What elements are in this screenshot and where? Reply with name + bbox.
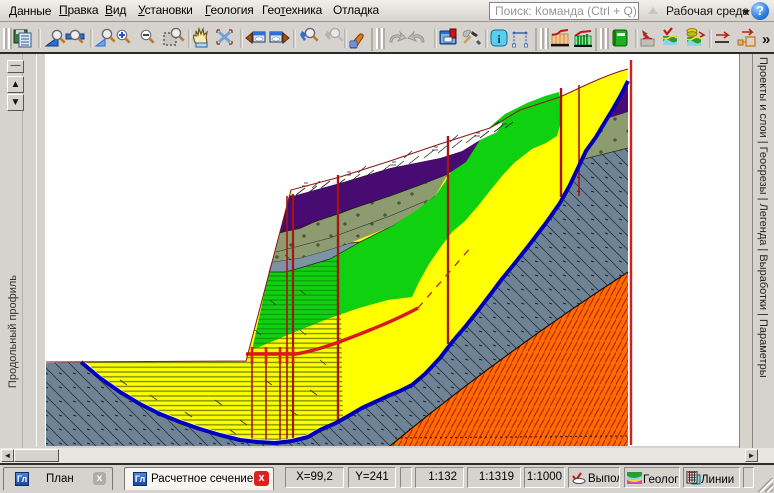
svg-text:»: » <box>762 31 770 48</box>
